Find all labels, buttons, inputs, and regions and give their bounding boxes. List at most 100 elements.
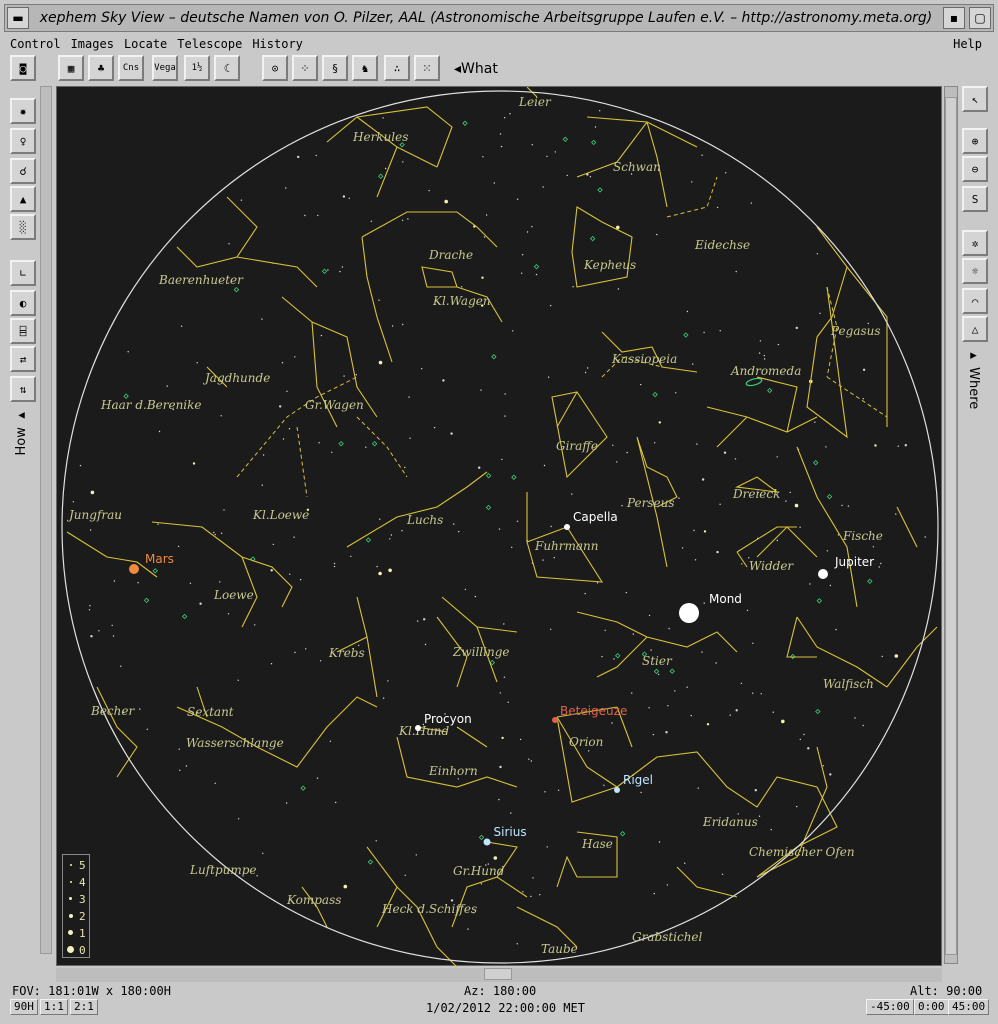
sky-canvas[interactable]: Leier Herkules Schwan Drache Eidechse Kepheus… (57, 87, 943, 967)
pyramid-button[interactable]: △ (962, 316, 988, 342)
star (499, 765, 502, 769)
bright-star-button[interactable]: ✹ (10, 98, 36, 124)
star (546, 846, 548, 848)
minus-icon: ▬ (12, 11, 24, 25)
save-icon: S (971, 192, 979, 206)
star (262, 852, 264, 854)
screenshot-button[interactable]: ◙ (10, 55, 36, 81)
flip-vertical-button[interactable]: ⇅ (10, 376, 36, 402)
horizon-button[interactable]: ♣ (88, 55, 114, 81)
object-capella-marker[interactable] (564, 524, 570, 530)
flip-horizontal-button[interactable]: ⇄ (10, 346, 36, 372)
aspect-2-1-button[interactable]: 2:1 (70, 999, 98, 1015)
object-procyon-label[interactable]: Procyon (424, 712, 472, 726)
nebulae-button[interactable]: ♞ (352, 55, 378, 81)
star (228, 243, 230, 245)
maximize-button[interactable]: ▢ (969, 7, 991, 29)
star (557, 789, 560, 791)
star (507, 701, 509, 703)
sun-button[interactable]: ☼ (962, 258, 988, 284)
what-menu[interactable]: ◂What (454, 58, 498, 80)
galaxies-button[interactable]: § (322, 55, 348, 81)
object-sirius-label[interactable]: Sirius (494, 825, 527, 839)
grid-button[interactable]: ▦ (58, 55, 84, 81)
magnitude-legend: 5 4 3 2 1 0 (62, 854, 90, 958)
minimize-button[interactable]: ▪ (943, 7, 965, 29)
object-capella-label[interactable]: Capella (573, 510, 618, 524)
cone-button[interactable]: ▲ (10, 186, 36, 212)
star (716, 206, 719, 209)
object-jupiter-label[interactable]: Jupiter (834, 555, 874, 569)
lamp-button[interactable]: ♀ (10, 128, 36, 154)
window-menu-button[interactable]: ▬ (7, 7, 29, 29)
save-button[interactable]: S (962, 186, 988, 212)
object-mond-label[interactable]: Mond (709, 592, 742, 606)
axes-button[interactable]: ∟ (10, 260, 36, 286)
how-label[interactable]: How ▸ (14, 408, 29, 456)
right-scrollbar[interactable] (944, 86, 958, 964)
pointer-icon: ↖ (971, 92, 979, 106)
line-grabstichel (676, 866, 738, 898)
constellation-lines-button[interactable]: Cns (118, 55, 144, 81)
star (653, 892, 655, 895)
sky-view[interactable]: Leier Herkules Schwan Drache Eidechse Kepheus… (56, 86, 943, 967)
menu-control[interactable]: Control (8, 37, 63, 51)
star (735, 270, 737, 273)
labels-lamp-button[interactable]: ☌ (10, 158, 36, 184)
menu-locate[interactable]: Locate (122, 37, 169, 51)
legend-mag: 3 (79, 893, 86, 906)
object-rigel-marker[interactable] (614, 787, 620, 793)
legend-mag: 5 (79, 859, 86, 872)
right-scrollbar-thumb[interactable] (945, 97, 957, 955)
object-mars-marker[interactable] (129, 564, 139, 574)
pointer-button[interactable]: ↖ (962, 86, 988, 112)
object-mars-label[interactable]: Mars (145, 552, 174, 566)
bottom-scrollbar-thumb[interactable] (484, 968, 512, 980)
object-beteigeuze-marker[interactable] (552, 717, 558, 723)
alt-0-button[interactable]: 0:00 (914, 999, 949, 1015)
clusters-button[interactable]: ⁘ (292, 55, 318, 81)
cylinder-button[interactable]: ⌸ (10, 318, 36, 344)
fov-90h-button[interactable]: 90H (10, 999, 38, 1015)
magnitude-button[interactable]: 1½ (184, 55, 210, 81)
alt-minus45-button[interactable]: -45:00 (866, 999, 914, 1015)
star (333, 565, 336, 568)
star (450, 432, 453, 435)
telescope-marker-button[interactable]: ⊙ (262, 55, 288, 81)
dense-stars-button[interactable]: ⁙ (414, 55, 440, 81)
eyepiece-button[interactable]: ☾ (214, 55, 240, 81)
object-sirius-marker[interactable] (483, 838, 491, 846)
menu-history[interactable]: History (250, 37, 305, 51)
blur-button[interactable]: ░ (10, 214, 36, 240)
star (343, 375, 345, 377)
menu-help[interactable]: Help (951, 37, 984, 51)
object-jupiter-marker[interactable] (818, 569, 828, 579)
phase-button[interactable]: ◐ (10, 290, 36, 316)
aspect-1-1-button[interactable]: 1:1 (40, 999, 68, 1015)
object-beteigeuze-label[interactable]: Beteigeuze (560, 704, 627, 718)
star (516, 520, 519, 522)
gear-button[interactable]: ✲ (962, 230, 988, 256)
object-procyon-marker[interactable] (415, 725, 421, 731)
star (503, 623, 505, 625)
minimize-icon: ▪ (949, 11, 959, 25)
zoom-out-button[interactable]: ⊖ (962, 156, 988, 182)
star (657, 673, 660, 676)
deep-sky-marker (152, 568, 158, 574)
object-rigel-label[interactable]: Rigel (623, 773, 653, 787)
menu-images[interactable]: Images (69, 37, 116, 51)
constellation-label: Eridanus (702, 815, 758, 829)
zoom-in-button[interactable]: ⊕ (962, 128, 988, 154)
alt-45-button[interactable]: 45:00 (948, 999, 990, 1015)
where-label[interactable]: ▸ Where (966, 348, 981, 409)
line-zwillinge (436, 596, 518, 688)
star (725, 172, 727, 174)
bottom-scrollbar[interactable] (56, 968, 942, 982)
object-mond-marker[interactable] (679, 603, 699, 623)
legend-row: 4 (63, 874, 91, 890)
stars-button[interactable]: ∴ (384, 55, 410, 81)
menu-telescope[interactable]: Telescope (175, 37, 244, 51)
star-names-button[interactable]: Vega (152, 55, 178, 81)
landscape-button[interactable]: ⌒ (962, 288, 988, 314)
left-scrollbar[interactable] (40, 86, 52, 954)
